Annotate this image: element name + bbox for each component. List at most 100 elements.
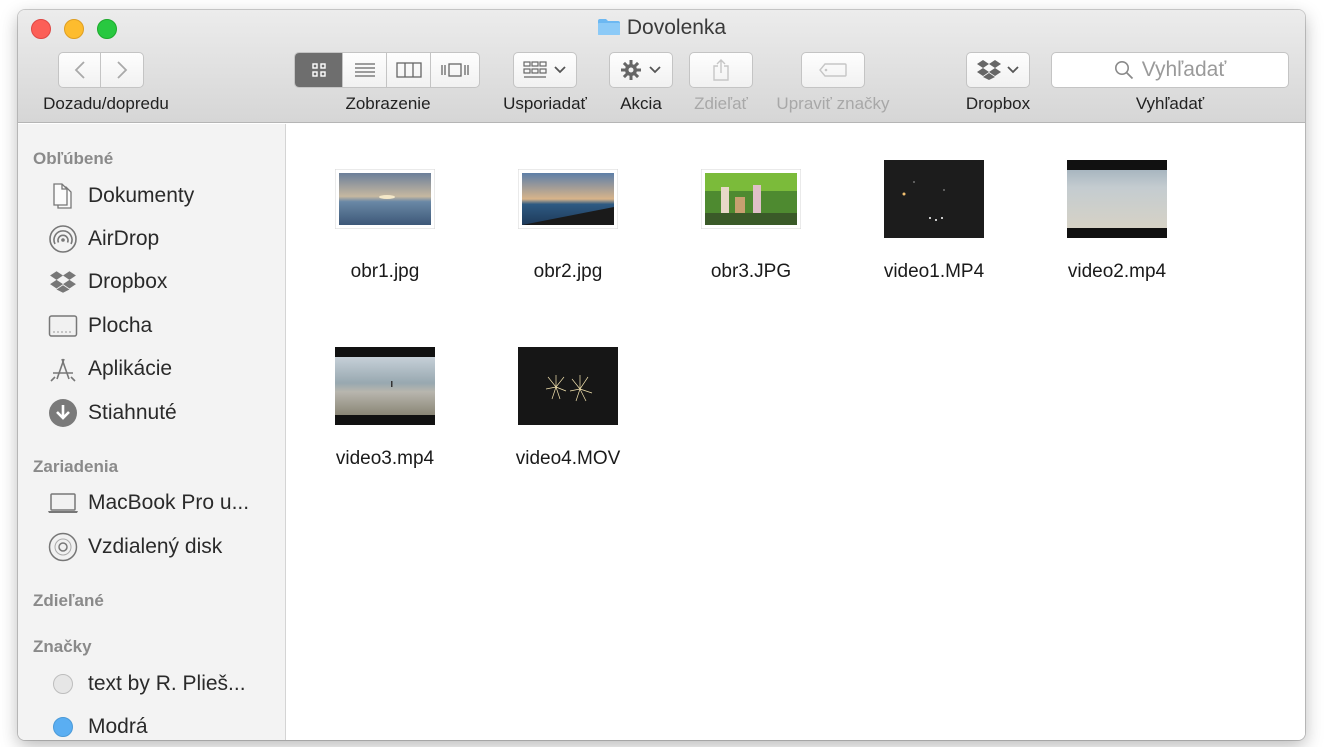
- sidebar-item-label: text by R. Plieš...: [88, 672, 246, 695]
- file-name: video2.mp4: [1067, 261, 1167, 282]
- search-placeholder: Vyhľadať: [1141, 58, 1227, 81]
- dropbox-label: Dropbox: [965, 94, 1031, 113]
- sidebar-item-documents[interactable]: Dokumenty: [46, 180, 282, 212]
- video-thumbnail: [884, 160, 984, 238]
- laptop-icon: [46, 487, 80, 519]
- gear-icon: [621, 60, 641, 80]
- chevron-right-icon: [117, 61, 128, 79]
- chevron-left-icon: [74, 61, 85, 79]
- file-name: obr1.jpg: [350, 261, 420, 282]
- edit-tags-label: Upraviť značky: [776, 94, 890, 113]
- dropbox-button[interactable]: [966, 52, 1030, 88]
- sidebar-item-tag-blue[interactable]: Modrá: [46, 711, 282, 740]
- file-item[interactable]: obr2.jpg: [483, 154, 653, 294]
- grid-icon: [311, 63, 326, 77]
- window-title: Dovolenka: [18, 16, 1305, 40]
- sidebar-item-label: Dropbox: [88, 270, 168, 293]
- sidebar-item-label: Aplikácie: [88, 357, 173, 380]
- shared-header: Zdieľané: [33, 591, 104, 610]
- list-icon: [354, 63, 375, 77]
- tags-header: Značky: [33, 637, 92, 656]
- edit-tags-button[interactable]: [801, 52, 865, 88]
- file-name: obr3.JPG: [710, 261, 792, 282]
- share-label: Zdieľať: [694, 94, 748, 113]
- sidebar-item-downloads[interactable]: Stiahnuté: [46, 397, 282, 429]
- toolbar: Dovolenka Dozadu/dopredu Zobrazenie Uspo…: [18, 10, 1305, 123]
- column-view-button[interactable]: [387, 53, 431, 87]
- applications-icon: [46, 353, 80, 385]
- tag-color-icon: [46, 668, 80, 700]
- folder-icon: [597, 18, 621, 36]
- file-name: obr2.jpg: [533, 261, 603, 282]
- sidebar-item-label: MacBook Pro u...: [88, 491, 250, 514]
- sidebar: Obľúbené Dokumenty AirDrop Dropbox Ploch…: [18, 124, 286, 740]
- tag-color-icon: [46, 711, 80, 740]
- file-item[interactable]: obr1.jpg: [300, 154, 470, 294]
- action-label: Akcia: [620, 94, 662, 113]
- back-button[interactable]: [59, 53, 102, 87]
- columns-icon: [395, 62, 422, 78]
- photo-thumbnail: [701, 169, 801, 229]
- arrange-icon: [523, 61, 547, 78]
- sidebar-item-applications[interactable]: Aplikácie: [46, 353, 282, 385]
- sidebar-item-dropbox[interactable]: Dropbox: [46, 266, 282, 298]
- icon-view-button[interactable]: [295, 53, 343, 87]
- action-button[interactable]: [609, 52, 673, 88]
- disc-icon: [46, 531, 80, 563]
- nav-buttons: [58, 52, 144, 88]
- file-name: video3.mp4: [335, 448, 435, 469]
- sidebar-item-label: Modrá: [88, 715, 148, 738]
- sidebar-item-remote-disc[interactable]: Vzdialený disk: [46, 531, 282, 563]
- file-item[interactable]: video1.MP4: [849, 154, 1019, 294]
- video-thumbnail: [1067, 160, 1167, 238]
- sidebar-item-label: Dokumenty: [88, 184, 195, 207]
- video-thumbnail: [518, 347, 618, 425]
- downloads-icon: [46, 397, 80, 429]
- search-input[interactable]: Vyhľadať: [1051, 52, 1289, 88]
- coverflow-view-button[interactable]: [431, 53, 479, 87]
- sidebar-item-macbook[interactable]: MacBook Pro u...: [46, 487, 282, 519]
- dropbox-icon: [977, 60, 1001, 80]
- nav-label: Dozadu/dopredu: [43, 94, 169, 113]
- share-button[interactable]: [689, 52, 753, 88]
- search-icon: [1114, 61, 1133, 80]
- photo-thumbnail: [518, 169, 618, 229]
- file-item[interactable]: video2.mp4: [1032, 154, 1202, 294]
- sidebar-item-label: Plocha: [88, 314, 153, 337]
- chevron-down-icon: [1007, 66, 1019, 74]
- list-view-button[interactable]: [343, 53, 387, 87]
- photo-thumbnail: [335, 169, 435, 229]
- document-icon: [46, 180, 80, 212]
- share-icon: [713, 59, 729, 81]
- finder-window: Dovolenka Dozadu/dopredu Zobrazenie Uspo…: [18, 10, 1305, 740]
- dropbox-icon: [46, 266, 80, 298]
- view-switcher: [294, 52, 480, 88]
- file-item[interactable]: video4.MOV: [483, 341, 653, 481]
- chevron-down-icon: [649, 66, 661, 74]
- airdrop-icon: [46, 223, 80, 255]
- file-name: video4.MOV: [515, 448, 621, 469]
- arrange-button[interactable]: [513, 52, 577, 88]
- file-item[interactable]: video3.mp4: [300, 341, 470, 481]
- chevron-down-icon: [554, 66, 566, 74]
- desktop-icon: [46, 310, 80, 342]
- window-title-text: Dovolenka: [626, 16, 727, 39]
- video-thumbnail: [335, 347, 435, 425]
- view-label: Zobrazenie: [345, 94, 431, 113]
- devices-header: Zariadenia: [33, 457, 119, 476]
- file-name: video1.MP4: [883, 261, 985, 282]
- sidebar-item-label: Stiahnuté: [88, 401, 177, 424]
- sidebar-item-desktop[interactable]: Plocha: [46, 310, 282, 342]
- favorites-header: Obľúbené: [33, 149, 114, 168]
- sidebar-item-tag-text[interactable]: text by R. Plieš...: [46, 668, 282, 700]
- forward-button[interactable]: [101, 53, 143, 87]
- sidebar-item-label: Vzdialený disk: [88, 535, 223, 558]
- search-label: Vyhľadať: [1135, 94, 1205, 113]
- sidebar-item-label: AirDrop: [88, 227, 160, 250]
- file-grid: obr1.jpg obr2.jpg obr3.JPG video1.MP4 vi…: [287, 124, 1305, 740]
- sidebar-item-airdrop[interactable]: AirDrop: [46, 223, 282, 255]
- arrange-label: Usporiadať: [503, 94, 587, 113]
- tag-icon: [819, 63, 847, 77]
- file-item[interactable]: obr3.JPG: [666, 154, 836, 294]
- coverflow-icon: [441, 63, 469, 77]
